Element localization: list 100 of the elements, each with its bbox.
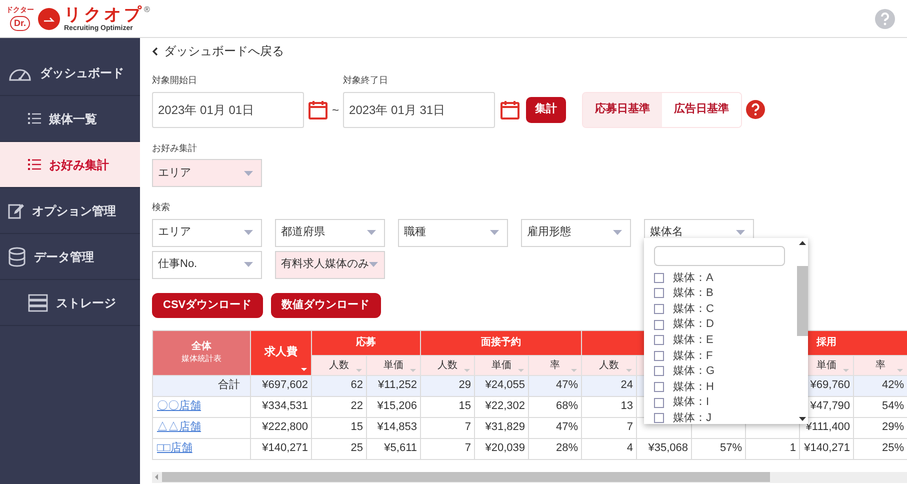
header-cell[interactable]: 率	[854, 355, 907, 375]
select-field[interactable]: 有料求人媒体のみ	[275, 250, 385, 278]
table-cell: ¥22,302	[474, 396, 528, 417]
checkbox[interactable]	[654, 288, 664, 298]
caret-icon	[244, 170, 253, 176]
caret-icon	[369, 262, 378, 267]
field-label: 検索	[152, 201, 171, 214]
table-cell: 合計	[152, 375, 250, 396]
select-field[interactable]: 都道府県	[275, 218, 385, 246]
table-cell: ¥31,829	[474, 417, 528, 438]
select-field[interactable]: 職種	[398, 218, 508, 246]
checkbox[interactable]	[654, 335, 664, 346]
calendar-icon[interactable]	[308, 100, 328, 120]
edit-icon	[8, 202, 24, 218]
media-option[interactable]: 媒体：J	[654, 410, 796, 426]
scrollbar-thumb[interactable]	[796, 266, 808, 336]
header-cell[interactable]: 人数	[312, 355, 366, 375]
table-cell: ¥11,252	[366, 375, 420, 396]
select-field[interactable]: 仕事No.	[152, 250, 262, 278]
aggregate-button[interactable]: 集計	[526, 96, 566, 122]
header-cell[interactable]: 率	[528, 355, 582, 375]
table-cell: 68%	[528, 396, 582, 417]
media-option[interactable]: 媒体：I	[654, 394, 796, 410]
header-cell: 面接予約	[420, 330, 582, 355]
checkbox[interactable]	[654, 382, 664, 392]
table-cell: 15	[312, 417, 366, 438]
header-cell: 応募	[312, 330, 420, 355]
checkbox[interactable]	[654, 272, 664, 283]
download-button[interactable]: CSVダウンロード	[152, 292, 263, 318]
checkbox[interactable]	[654, 398, 664, 408]
caret-icon	[736, 230, 745, 235]
header-cell[interactable]: 単価	[474, 355, 528, 375]
table-cell: 28%	[528, 438, 582, 459]
media-option[interactable]: 媒体：H	[654, 379, 796, 395]
checkbox[interactable]	[654, 350, 664, 361]
select-field[interactable]: エリア	[152, 218, 262, 246]
table-cell: 62	[312, 375, 366, 396]
back-link[interactable]: ダッシュボードへ戻る	[152, 42, 284, 60]
vertical-scrollbar[interactable]	[796, 238, 808, 424]
checkbox[interactable]	[654, 320, 664, 330]
calendar-icon[interactable]	[500, 100, 520, 120]
sort-icon	[571, 368, 578, 372]
basis-tab[interactable]: 応募日基準	[583, 92, 662, 126]
table-cell: 7	[420, 417, 474, 438]
help-icon[interactable]	[746, 100, 766, 119]
scroll-up-icon[interactable]	[798, 241, 806, 245]
sort-icon	[301, 368, 307, 370]
database-icon	[8, 246, 26, 266]
sort-icon	[356, 368, 362, 372]
sidebar-item[interactable]: ストレージ	[0, 280, 140, 326]
table-cell: ¥15,206	[366, 396, 420, 417]
download-button[interactable]: 数値ダウンロード	[270, 292, 381, 318]
table-cell: ¥20,039	[474, 438, 528, 459]
media-option[interactable]: 媒体：D	[654, 316, 796, 332]
sidebar-item[interactable]: オプション管理	[0, 188, 140, 234]
header-cell[interactable]: 単価	[366, 355, 420, 375]
sort-icon	[897, 368, 904, 372]
sort-icon	[626, 368, 632, 372]
media-option[interactable]: 媒体：A	[654, 270, 796, 286]
select-field[interactable]: エリア	[152, 159, 262, 187]
media-option[interactable]: 媒体：C	[654, 301, 796, 317]
caret-icon	[367, 230, 376, 235]
storage-icon	[28, 294, 48, 312]
sidebar-item[interactable]: データ管理	[0, 234, 140, 280]
caret-icon	[613, 230, 622, 235]
table-cell: ¥140,271	[800, 438, 854, 459]
table-cell: ¥334,531	[250, 396, 312, 417]
header-cell[interactable]: 求人費	[250, 330, 312, 375]
sort-icon	[518, 368, 524, 372]
caret-icon	[244, 262, 253, 267]
scrollbar-thumb[interactable]	[162, 472, 770, 482]
sort-icon	[464, 368, 470, 372]
header-cell[interactable]: 人数	[420, 355, 474, 375]
table-cell: 4	[582, 438, 637, 459]
table-cell: 25	[312, 438, 366, 459]
table-cell: ¥697,602	[250, 375, 312, 396]
media-option[interactable]: 媒体：G	[654, 364, 796, 380]
checkbox[interactable]	[654, 413, 664, 424]
date-field[interactable]: 2023年 01月 31日	[343, 92, 496, 128]
checkbox[interactable]	[654, 304, 664, 314]
checkbox[interactable]	[654, 366, 664, 376]
search-input[interactable]	[654, 246, 785, 266]
list-icon	[28, 159, 41, 170]
header-cell: 全体 媒体統計表	[152, 330, 250, 375]
sidebar-item[interactable]: お好み集計	[0, 142, 140, 188]
table-cell: ¥24,055	[474, 375, 528, 396]
field-label: 対象終了日	[343, 74, 390, 87]
select-field[interactable]: 雇用形態	[521, 218, 631, 246]
horizontal-scrollbar[interactable]	[152, 472, 907, 482]
media-option[interactable]: 媒体：B	[654, 286, 796, 302]
table-cell: 47%	[528, 375, 582, 396]
table-cell: ¥140,271	[250, 438, 312, 459]
date-field[interactable]: 2023年 01月 01日	[152, 92, 304, 128]
header-cell[interactable]: 人数	[582, 355, 637, 375]
logo-wordmark: リクオプ	[64, 6, 144, 22]
registered-mark: ®	[144, 6, 150, 14]
table-cell: 57%	[692, 438, 746, 459]
table-cell: 22	[312, 396, 366, 417]
table-cell: ¥222,800	[250, 417, 312, 438]
sidebar-item[interactable]: ダッシュボード	[0, 50, 140, 96]
